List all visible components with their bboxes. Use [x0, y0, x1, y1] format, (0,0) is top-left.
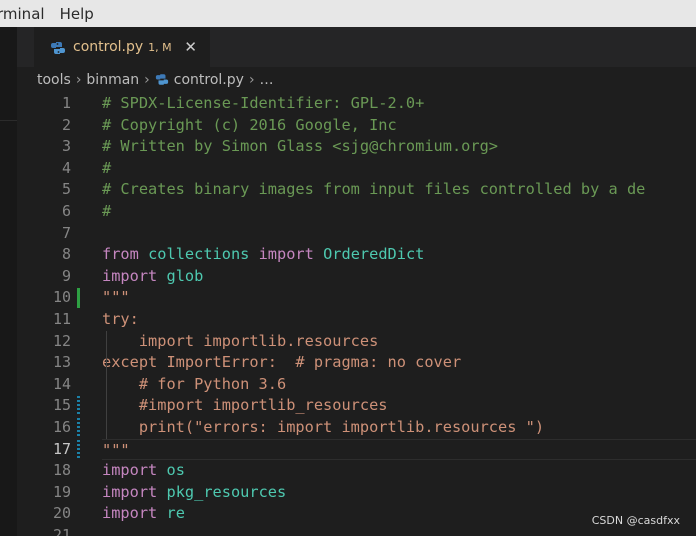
line-number: 13	[52, 353, 71, 372]
line-number: 10	[52, 288, 71, 307]
breadcrumb: tools › binman › control.py › …	[17, 67, 696, 92]
code-token: import	[102, 504, 158, 523]
code-token: glob	[166, 266, 204, 285]
line-number: 4	[61, 158, 71, 177]
code-token: collections	[148, 245, 250, 264]
line-number: 16	[52, 418, 71, 436]
line-number: 9	[61, 266, 71, 285]
code-token: # SPDX-License-Identifier: GPL-2.0+	[102, 94, 425, 112]
code-token: OrderedDict	[323, 245, 425, 264]
line-number: 6	[61, 202, 71, 220]
chevron-right-icon: ›	[144, 71, 150, 88]
line-number: 1	[61, 94, 71, 112]
code-line: from collections import OrderedDict	[102, 244, 696, 266]
code-token: # Written by Simon Glass <sjg@chromium.o…	[102, 137, 499, 156]
line-number: 14	[52, 374, 71, 393]
tab-problem-badge: 1, M	[148, 40, 172, 54]
code-line: print("errors: import importlib.resource…	[102, 417, 696, 439]
close-icon[interactable]: ✕	[183, 39, 199, 55]
breadcrumb-control-py[interactable]: control.py	[174, 72, 244, 88]
code-editor[interactable]: 1 2 3 4 5 6 7 8 9 10 11 12 13 14 15 16 17 18 19 20 21 # SPDX…	[17, 92, 696, 536]
code-token: """	[102, 440, 130, 459]
code-token: import	[102, 461, 158, 480]
code-token: try:	[102, 310, 139, 328]
breadcrumb-binman[interactable]: binman	[86, 72, 139, 88]
menu-help[interactable]: Help	[53, 5, 101, 23]
line-number: 20	[52, 504, 71, 523]
code-token: re	[166, 504, 185, 523]
code-token: #	[102, 202, 112, 220]
code-line: #	[102, 158, 696, 180]
editor-tab-bar: control.py 1, M ✕	[17, 27, 696, 67]
git-modified-marker[interactable]	[77, 396, 80, 416]
code-token: import	[102, 482, 158, 501]
code-line: try:	[102, 309, 696, 331]
line-number: 18	[52, 461, 71, 480]
code-token: from	[102, 245, 139, 264]
line-number: 3	[61, 137, 71, 156]
code-line: # for Python 3.6	[102, 374, 696, 396]
tab-label: control.py	[73, 39, 144, 55]
watermark: CSDN @casdfxx	[591, 514, 680, 527]
code-line: # SPDX-License-Identifier: GPL-2.0+	[102, 93, 696, 115]
code-token: import	[258, 245, 314, 264]
code-line: import os	[102, 460, 696, 482]
code-token: """	[102, 288, 130, 307]
code-token: # Copyright (c) 2016 Google, Inc	[102, 115, 397, 134]
code-line: # Written by Simon Glass <sjg@chromium.o…	[102, 136, 696, 158]
git-added-marker[interactable]	[77, 288, 80, 308]
tab-control-py[interactable]: control.py 1, M ✕	[34, 27, 210, 67]
git-modified-marker[interactable]	[77, 439, 80, 460]
code-token: # Creates binary images from input files…	[102, 180, 646, 199]
code-line: """	[102, 438, 696, 461]
line-number: 19	[52, 482, 71, 501]
divider	[0, 120, 17, 121]
code-token: pkg_resources	[166, 482, 287, 501]
chevron-right-icon: ›	[248, 71, 255, 88]
code-line: except ImportError: # pragma: no cover	[102, 352, 696, 374]
code-line: #	[102, 201, 696, 223]
code-token: except ImportError: # pragma: no cover	[102, 353, 462, 372]
line-number: 7	[61, 223, 71, 242]
code-line: import importlib.resources	[102, 331, 696, 353]
menu-bar: rminal Help	[0, 0, 696, 27]
git-modified-marker[interactable]	[77, 418, 80, 438]
code-token: print("errors: import importlib.resource…	[102, 418, 545, 436]
code-token: import	[102, 266, 158, 285]
indent-guide	[106, 330, 107, 439]
line-number-gutter: 1 2 3 4 5 6 7 8 9 10 11 12 13 14 15 16 17 18 19 20 21	[17, 92, 80, 536]
code-line: """	[102, 287, 696, 309]
line-number: 5	[61, 180, 71, 199]
code-line: # Copyright (c) 2016 Google, Inc	[102, 115, 696, 137]
python-icon	[50, 40, 66, 54]
code-area[interactable]: # SPDX-License-Identifier: GPL-2.0+ # Cop…	[102, 92, 696, 536]
breadcrumb-symbols[interactable]: …	[260, 72, 274, 88]
code-line: import pkg_resources	[102, 482, 696, 504]
line-number: 2	[61, 115, 71, 134]
breadcrumb-tools[interactable]: tools	[37, 72, 71, 88]
activity-bar-edge	[0, 27, 17, 536]
line-number: 12	[52, 331, 71, 350]
line-number: 17	[52, 439, 71, 458]
line-number: 15	[52, 396, 71, 415]
code-token: # for Python 3.6	[102, 374, 287, 393]
code-token: import importlib.resources	[102, 331, 379, 350]
line-number: 8	[61, 245, 71, 264]
python-icon	[155, 73, 169, 86]
line-number: 11	[52, 310, 71, 328]
code-token: os	[166, 461, 185, 480]
chevron-right-icon: ›	[75, 71, 82, 88]
menu-terminal[interactable]: rminal	[0, 5, 53, 23]
line-number: 21	[52, 526, 71, 536]
code-line: import glob	[102, 266, 696, 288]
code-line: # Creates binary images from input files…	[102, 179, 696, 201]
code-token: #import importlib_resources	[102, 396, 388, 415]
code-token: #	[102, 158, 112, 177]
code-line: #import importlib_resources	[102, 395, 696, 417]
